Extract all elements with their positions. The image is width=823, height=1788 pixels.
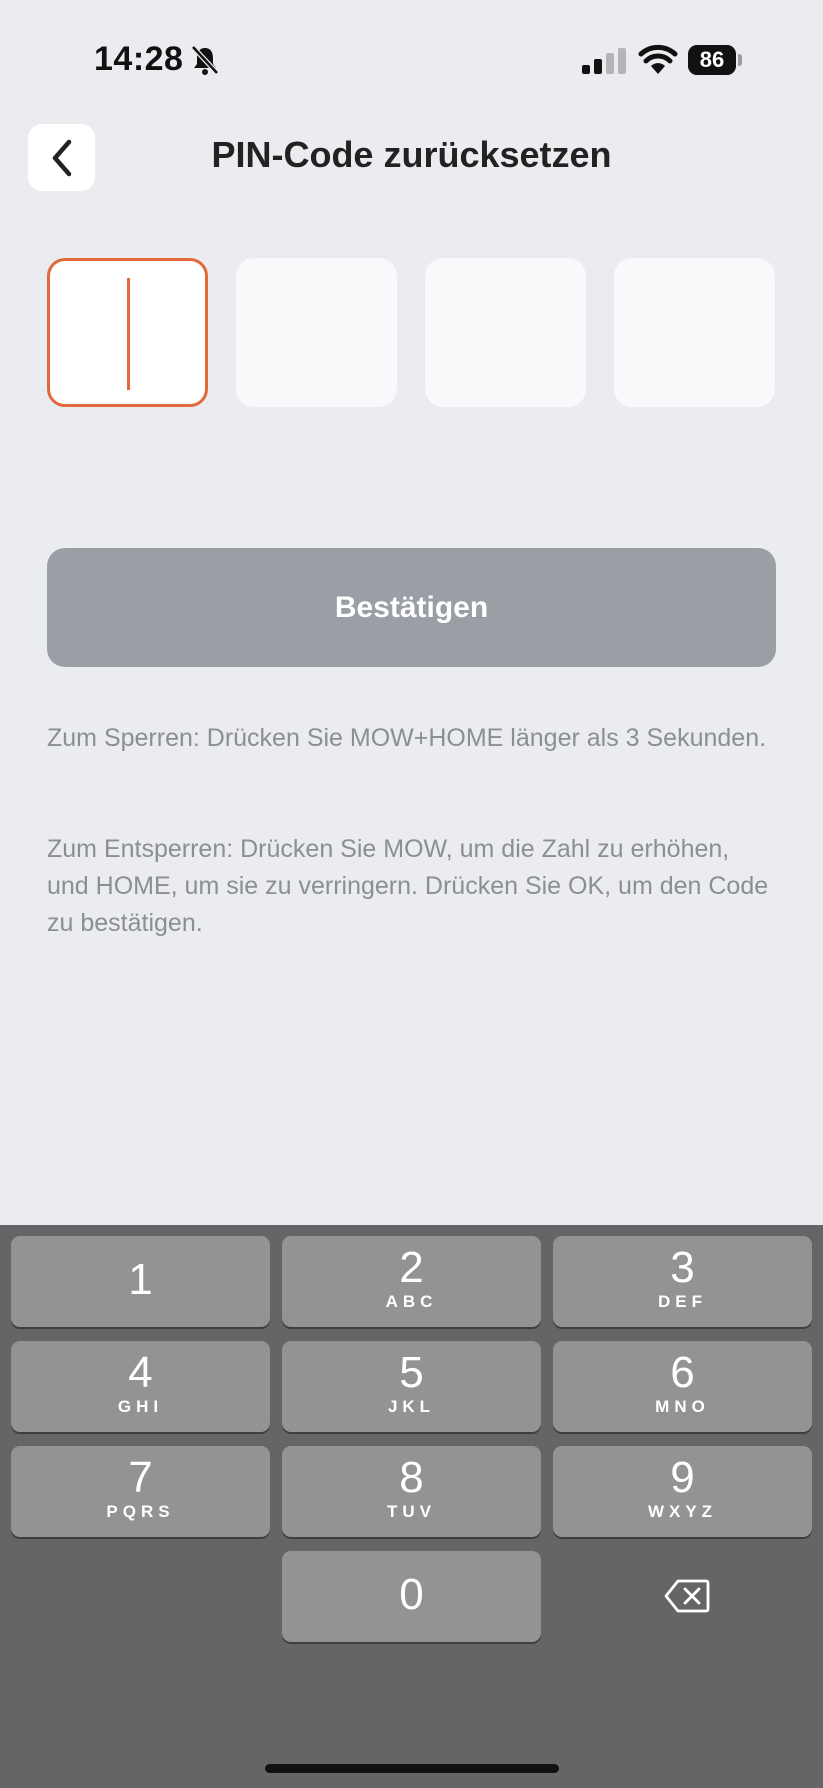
text-cursor bbox=[127, 278, 130, 390]
battery-level: 86 bbox=[688, 45, 736, 75]
key-5[interactable]: 5 JKL bbox=[282, 1341, 541, 1432]
key-9[interactable]: 9 WXYZ bbox=[553, 1446, 812, 1537]
pin-digit-2[interactable] bbox=[236, 258, 397, 407]
home-indicator bbox=[265, 1764, 559, 1773]
key-6[interactable]: 6 MNO bbox=[553, 1341, 812, 1432]
pin-digit-1[interactable] bbox=[47, 258, 208, 407]
key-0[interactable]: 0 bbox=[282, 1551, 541, 1642]
key-2[interactable]: 2 ABC bbox=[282, 1236, 541, 1327]
wifi-icon bbox=[638, 44, 678, 74]
bell-slash-icon bbox=[191, 45, 219, 75]
key-3[interactable]: 3 DEF bbox=[553, 1236, 812, 1327]
battery-icon: 86 bbox=[688, 45, 742, 75]
key-7[interactable]: 7 PQRS bbox=[11, 1446, 270, 1537]
page-title: PIN-Code zurücksetzen bbox=[211, 134, 612, 175]
confirm-button[interactable]: Bestätigen bbox=[47, 548, 776, 667]
signal-icon bbox=[582, 48, 626, 74]
key-4[interactable]: 4 GHI bbox=[11, 1341, 270, 1432]
key-8[interactable]: 8 TUV bbox=[282, 1446, 541, 1537]
backspace-button[interactable] bbox=[553, 1550, 820, 1641]
pin-digit-4[interactable] bbox=[614, 258, 775, 407]
lock-instructions: Zum Sperren: Drücken Sie MOW+HOME länger… bbox=[47, 724, 767, 752]
backspace-icon bbox=[664, 1579, 709, 1612]
pin-digit-3[interactable] bbox=[425, 258, 586, 407]
unlock-instructions: Zum Entsperren: Drücken Sie MOW, um die … bbox=[47, 835, 769, 937]
status-bar: 14:28 86 bbox=[0, 0, 823, 110]
key-1[interactable]: 1 bbox=[11, 1236, 270, 1327]
status-time: 14:28 bbox=[94, 40, 184, 78]
